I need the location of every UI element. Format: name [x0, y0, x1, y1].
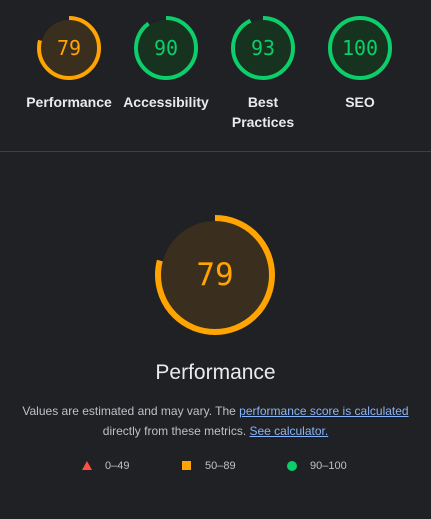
description-middle: directly from these metrics. — [102, 424, 250, 438]
best-practices-gauge: 93 — [230, 15, 296, 81]
description-prefix: Values are estimated and may vary. The — [22, 404, 240, 418]
square-icon — [182, 461, 191, 470]
performance-label: Performance — [26, 94, 112, 110]
section-divider — [0, 151, 431, 152]
legend-range-average: 50–89 — [205, 460, 236, 472]
category-best-practices[interactable]: 93 Best Practices — [213, 15, 313, 132]
score-legend: 0–49 50–89 90–100 — [0, 458, 431, 474]
best-practices-label: Best Practices — [231, 94, 295, 130]
seo-label: SEO — [345, 94, 375, 110]
category-accessibility[interactable]: 90 Accessibility — [116, 15, 216, 112]
accessibility-score: 90 — [153, 36, 179, 60]
main-performance-score: 79 — [196, 257, 234, 293]
performance-score-calculated-link[interactable]: performance score is calculated — [239, 404, 408, 418]
circle-icon — [287, 461, 297, 471]
category-performance[interactable]: 79 Performance — [19, 15, 119, 112]
best-practices-score: 93 — [250, 36, 276, 60]
accessibility-gauge: 90 — [133, 15, 199, 81]
performance-gauge: 79 — [36, 15, 102, 81]
main-performance-title: Performance — [155, 361, 276, 384]
category-scores: 79 Performance 90 Accessibility 93 Best … — [0, 0, 431, 151]
accessibility-label: Accessibility — [123, 94, 209, 110]
main-performance-gauge: 79 — [154, 214, 276, 336]
legend-range-pass: 90–100 — [310, 460, 347, 472]
seo-gauge: 100 — [327, 15, 393, 81]
performance-score: 79 — [56, 36, 82, 60]
legend-range-fail: 0–49 — [105, 460, 130, 472]
triangle-icon — [82, 461, 92, 470]
see-calculator-link[interactable]: See calculator. — [249, 424, 328, 438]
score-description: Values are estimated and may vary. The p… — [15, 401, 416, 441]
seo-score: 100 — [341, 36, 379, 60]
category-seo[interactable]: 100 SEO — [310, 15, 410, 112]
